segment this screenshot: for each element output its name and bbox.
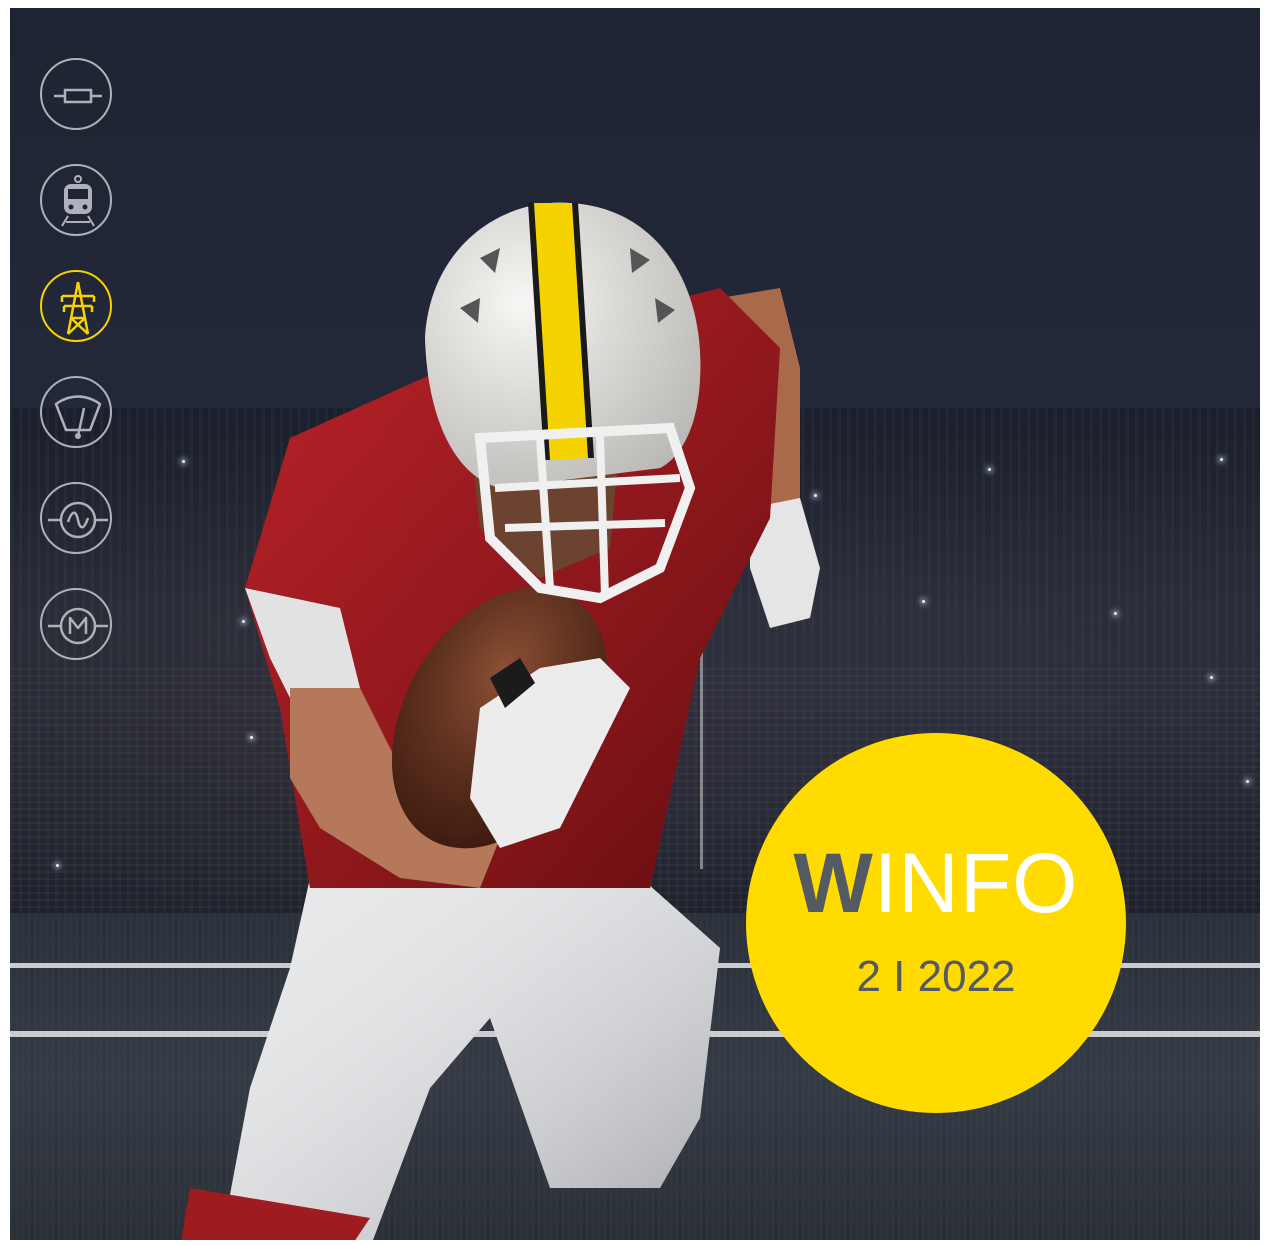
magazine-cover: WINFO 2 I 2022 — [10, 8, 1260, 1240]
title-initial: W — [793, 836, 874, 930]
ac-wave-icon[interactable] — [40, 482, 112, 554]
issue-badge: WINFO 2 I 2022 — [746, 733, 1126, 1113]
stadium-light — [56, 864, 59, 867]
stadium-light — [988, 468, 991, 471]
fuse-icon[interactable] — [40, 58, 112, 130]
stadium-light — [1210, 676, 1213, 679]
stadium-light — [922, 600, 925, 603]
train-icon[interactable] — [40, 164, 112, 236]
power-pylon-icon[interactable] — [40, 270, 112, 342]
title-rest: INFO — [873, 836, 1079, 930]
motor-icon[interactable] — [40, 588, 112, 660]
stadium-light — [1114, 612, 1117, 615]
magazine-title: WINFO — [746, 841, 1126, 925]
stadium-light — [1246, 780, 1249, 783]
issue-number: 2 I 2022 — [856, 952, 1016, 1001]
gauge-icon[interactable] — [40, 376, 112, 448]
stadium-light — [1220, 458, 1223, 461]
football-player — [181, 202, 820, 1240]
